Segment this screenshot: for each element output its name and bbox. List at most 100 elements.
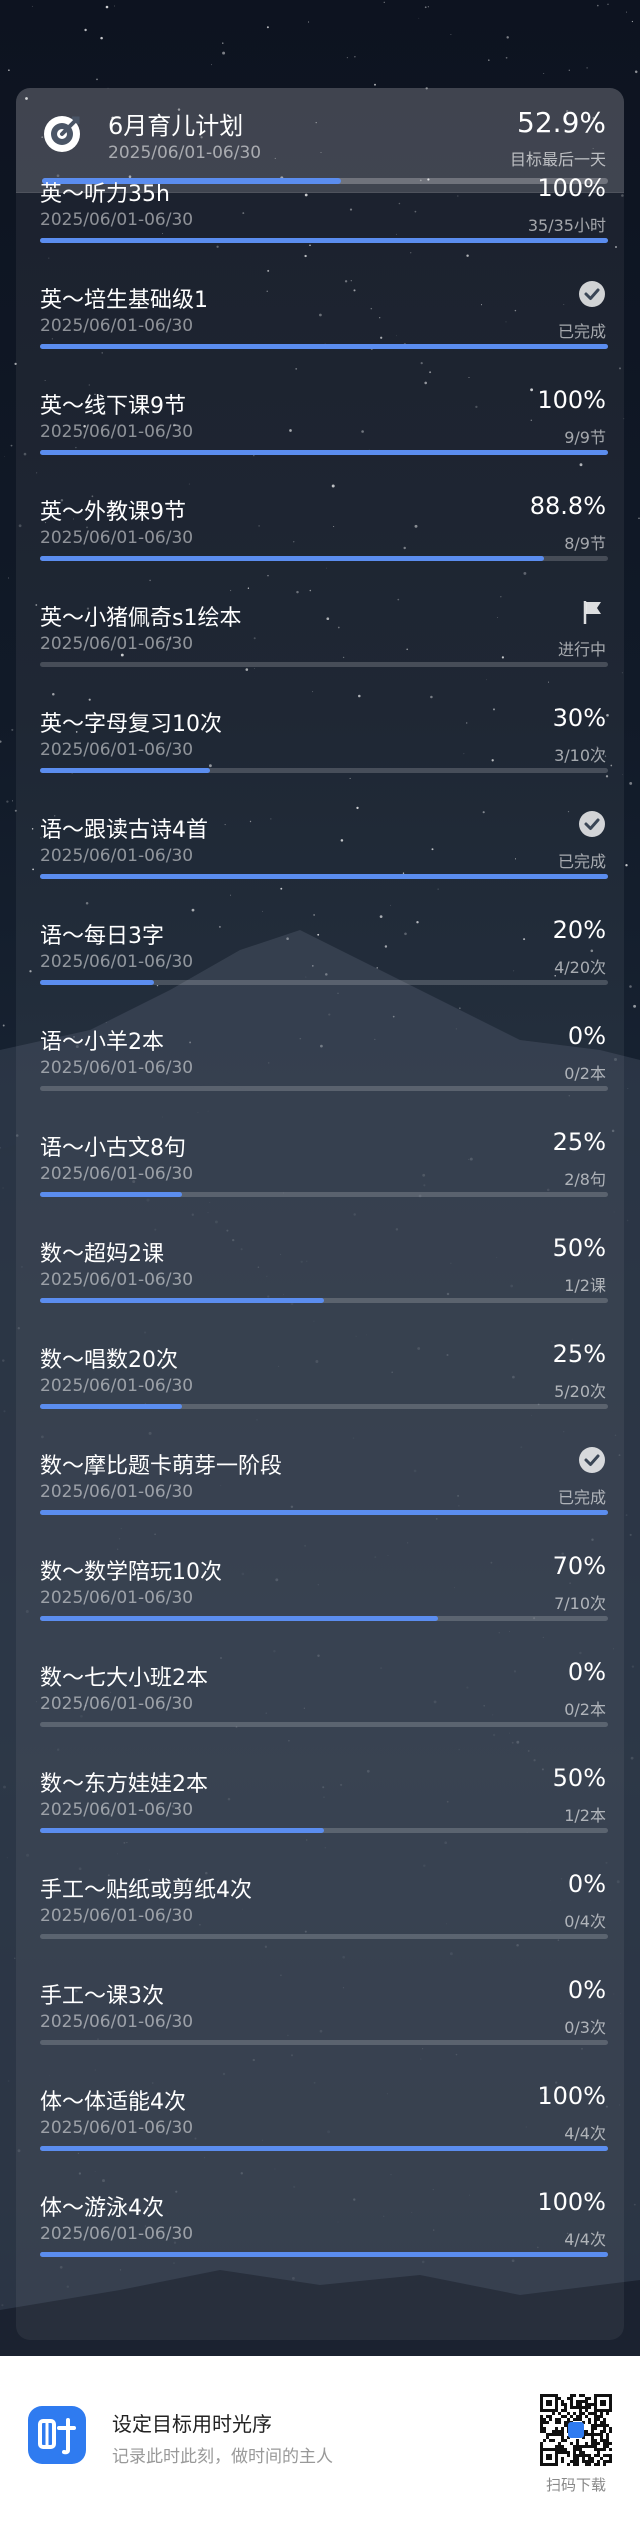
goal-date: 2025/06/01-06/30: [40, 2224, 194, 2244]
goal-item[interactable]: 英～小猪佩奇s1绘本 2025/06/01-06/30 进行中: [16, 566, 624, 672]
goal-item[interactable]: 数～东方娃娃2本 2025/06/01-06/30 50% 1/2本: [16, 1732, 624, 1838]
goal-progress-fill: [40, 768, 211, 773]
goal-item[interactable]: 语～小古文8句 2025/06/01-06/30 25% 2/8句: [16, 1096, 624, 1202]
goal-name: 数～数学陪玩10次: [40, 1560, 222, 1585]
goal-progress-bar: [40, 2040, 608, 2045]
goal-date: 2025/06/01-06/30: [40, 952, 194, 972]
goal-date: 2025/06/01-06/30: [40, 2118, 194, 2138]
goal-name: 英～外教课9节: [40, 500, 186, 525]
goal-percent: 0%: [567, 1022, 606, 1050]
goal-percent: 0%: [567, 1658, 606, 1686]
goal-percent: 88.8%: [529, 492, 606, 520]
goal-progress-bar: [40, 980, 608, 985]
goal-item[interactable]: 数～七大小班2本 2025/06/01-06/30 0% 0/2本: [16, 1626, 624, 1732]
goal-count: 3/10次: [554, 746, 606, 765]
in-progress-flag-icon: [583, 601, 601, 624]
plan-card: 6月育儿计划 2025/06/01-06/30 52.9% 目标最后一天 英～听…: [16, 88, 624, 2340]
goal-count: 1/2本: [564, 1806, 606, 1825]
goal-date: 2025/06/01-06/30: [40, 1164, 194, 1184]
goal-name: 语～小羊2本: [40, 1030, 164, 1055]
goal-count: 4/20次: [554, 958, 606, 977]
goal-percent: 20%: [552, 916, 606, 944]
goal-item[interactable]: 数～摩比题卡萌芽一阶段 2025/06/01-06/30 已完成: [16, 1414, 624, 1520]
goal-date: 2025/06/01-06/30: [40, 1270, 194, 1290]
goal-progress-bar: [40, 1828, 608, 1833]
goal-date: 2025/06/01-06/30: [40, 740, 194, 760]
goal-name: 数～摩比题卡萌芽一阶段: [40, 1454, 283, 1479]
goal-count: 已完成: [557, 852, 606, 871]
goal-progress-bar: [40, 1934, 608, 1939]
goal-item[interactable]: 语～跟读古诗4首 2025/06/01-06/30 已完成: [16, 778, 624, 884]
app-logo-icon[interactable]: [28, 2406, 86, 2464]
goal-progress-bar: [40, 662, 608, 667]
goal-item[interactable]: 英～听力35h 2025/06/01-06/30 100% 35/35小时: [16, 142, 624, 248]
goal-progress-fill: [40, 1828, 324, 1833]
goal-item[interactable]: 手工～课3次 2025/06/01-06/30 0% 0/3次: [16, 1944, 624, 2050]
goal-percent: 100%: [537, 386, 606, 414]
goal-name: 数～超妈2课: [40, 1242, 164, 1267]
goal-progress-fill: [40, 1510, 608, 1515]
goal-name: 英～培生基础级1: [40, 288, 208, 313]
goal-name: 语～小古文8句: [40, 1136, 186, 1161]
goal-percent: 100%: [537, 2082, 606, 2110]
goal-date: 2025/06/01-06/30: [40, 528, 194, 548]
goal-item[interactable]: 语～小羊2本 2025/06/01-06/30 0% 0/2本: [16, 990, 624, 1096]
completed-check-icon: [579, 811, 605, 837]
goal-item[interactable]: 手工～贴纸或剪纸4次 2025/06/01-06/30 0% 0/4次: [16, 1838, 624, 1944]
goal-date: 2025/06/01-06/30: [40, 1058, 194, 1078]
goal-progress-bar: [40, 1722, 608, 1727]
goal-progress-bar: [40, 1298, 608, 1303]
goal-date: 2025/06/01-06/30: [40, 2012, 194, 2032]
goal-progress-fill: [40, 238, 608, 243]
goal-progress-fill: [40, 2252, 608, 2257]
goal-percent: 100%: [537, 2188, 606, 2216]
goal-progress-bar: [40, 1192, 608, 1197]
goal-count: 0/2本: [564, 1700, 606, 1719]
goal-name: 语～跟读古诗4首: [40, 818, 208, 843]
goal-progress-bar: [40, 874, 608, 879]
footer-subtitle: 记录此时此刻，做时间的主人: [112, 2447, 333, 2467]
goal-count: 4/4次: [564, 2124, 606, 2143]
goal-date: 2025/06/01-06/30: [40, 1588, 194, 1608]
goal-percent: 100%: [537, 174, 606, 202]
goal-date: 2025/06/01-06/30: [40, 634, 194, 654]
goal-name: 语～每日3字: [40, 924, 164, 949]
goal-progress-bar: [40, 1616, 608, 1621]
goal-date: 2025/06/01-06/30: [40, 1376, 194, 1396]
goal-count: 0/2本: [564, 1064, 606, 1083]
goal-item[interactable]: 语～每日3字 2025/06/01-06/30 20% 4/20次: [16, 884, 624, 990]
goal-percent: 25%: [552, 1128, 606, 1156]
goal-item[interactable]: 体～体适能4次 2025/06/01-06/30 100% 4/4次: [16, 2050, 624, 2156]
goal-item[interactable]: 英～外教课9节 2025/06/01-06/30 88.8% 8/9节: [16, 460, 624, 566]
goal-item[interactable]: 英～培生基础级1 2025/06/01-06/30 已完成: [16, 248, 624, 354]
qr-code-icon[interactable]: [540, 2394, 612, 2466]
goal-name: 体～游泳4次: [40, 2196, 164, 2221]
goal-progress-bar: [40, 768, 608, 773]
goal-name: 体～体适能4次: [40, 2090, 186, 2115]
goal-date: 2025/06/01-06/30: [40, 1694, 194, 1714]
completed-check-icon: [579, 281, 605, 307]
goal-percent: 50%: [552, 1764, 606, 1792]
goal-progress-fill: [40, 1404, 182, 1409]
goal-count: 9/9节: [564, 428, 606, 447]
goal-progress-fill: [40, 980, 154, 985]
qr-label: 扫码下载: [545, 2476, 606, 2494]
goal-name: 手工～课3次: [40, 1984, 164, 2009]
goal-progress-fill: [40, 1192, 182, 1197]
goal-item[interactable]: 英～线下课9节 2025/06/01-06/30 100% 9/9节: [16, 354, 624, 460]
goal-name: 英～线下课9节: [40, 394, 186, 419]
goal-progress-bar: [40, 344, 608, 349]
goal-item[interactable]: 数～唱数20次 2025/06/01-06/30 25% 5/20次: [16, 1308, 624, 1414]
goal-progress-bar: [40, 556, 608, 561]
goal-item[interactable]: 体～游泳4次 2025/06/01-06/30 100% 4/4次: [16, 2156, 624, 2262]
plan-title: 6月育儿计划: [108, 112, 244, 140]
goal-progress-bar: [40, 2146, 608, 2151]
goal-item[interactable]: 数～超妈2课 2025/06/01-06/30 50% 1/2课: [16, 1202, 624, 1308]
goal-item[interactable]: 英～字母复习10次 2025/06/01-06/30 30% 3/10次: [16, 672, 624, 778]
goal-name: 数～七大小班2本: [40, 1666, 208, 1691]
goal-percent: 70%: [552, 1552, 606, 1580]
goal-progress-fill: [40, 1616, 438, 1621]
goal-progress-bar: [40, 1404, 608, 1409]
goal-count: 35/35小时: [527, 216, 606, 235]
goal-item[interactable]: 数～数学陪玩10次 2025/06/01-06/30 70% 7/10次: [16, 1520, 624, 1626]
